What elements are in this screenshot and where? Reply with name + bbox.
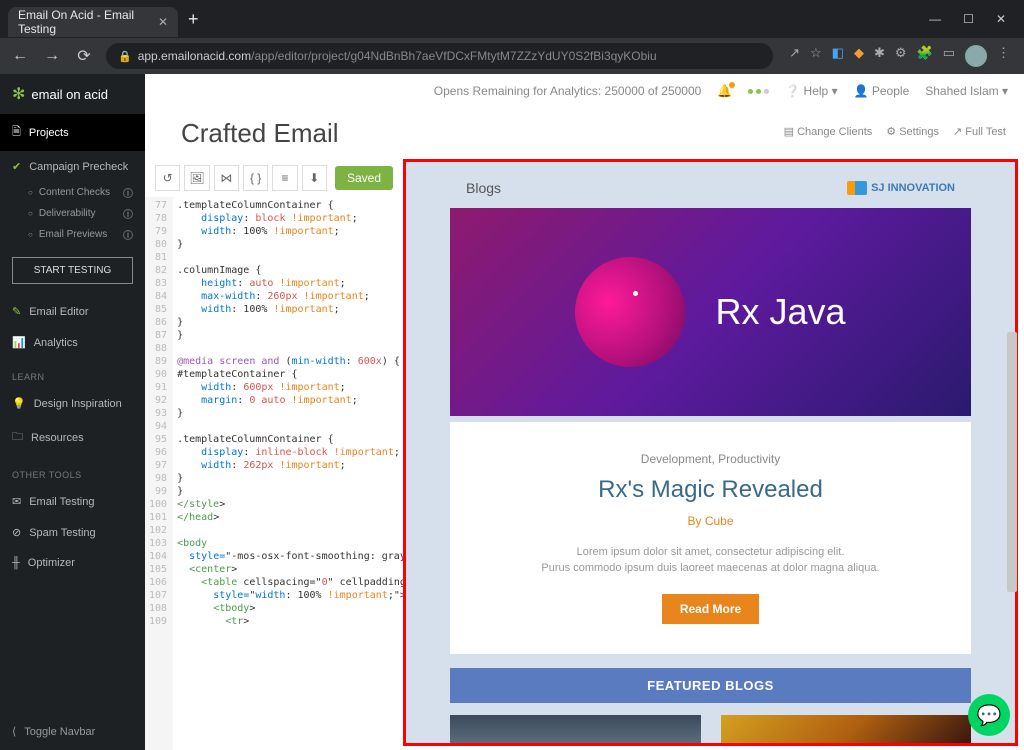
block-icon: ⊘ — [12, 526, 21, 539]
puzzle-icon[interactable]: 🧩 — [917, 45, 933, 67]
url-host: app.emailonacid.com — [138, 49, 251, 63]
post-title: Rx's Magic Revealed — [470, 476, 951, 504]
hero-image: Rx Java — [450, 208, 971, 416]
user-menu[interactable]: Shahed Islam ▾ — [925, 84, 1008, 98]
menu-icon[interactable]: ⋮ — [997, 45, 1010, 67]
settings-link[interactable]: ⚙ Settings — [886, 125, 939, 138]
other-tools-header: OTHER TOOLS — [0, 456, 145, 486]
sidebar-item-optimizer[interactable]: ╫ Optimizer — [0, 548, 145, 578]
back-button[interactable]: ← — [10, 47, 30, 65]
download-button[interactable]: ⬇ — [302, 165, 327, 191]
blogs-heading: Blogs — [466, 180, 501, 196]
change-clients-link[interactable]: ▤ Change Clients — [784, 125, 873, 138]
close-icon[interactable]: ✕ — [158, 15, 168, 29]
maximize-icon[interactable]: ☐ — [963, 12, 974, 26]
new-tab-button[interactable]: + — [188, 9, 199, 30]
logo-icon: ✻ — [12, 84, 25, 104]
intercom-button[interactable]: 💬 — [968, 694, 1010, 736]
post-byline: By Cube — [470, 514, 951, 528]
profile-avatar[interactable] — [965, 45, 987, 67]
code-editor[interactable]: 77 78 79 80 81 82 83 84 85 86 87 88 89 9… — [145, 197, 403, 750]
merge-button[interactable]: ⋈ — [214, 165, 239, 191]
editor-icon: ✎ — [12, 305, 21, 318]
info-icon: i — [123, 188, 133, 198]
minimize-icon[interactable]: — — [929, 12, 941, 26]
toggle-navbar[interactable]: ⟨ Toggle Navbar — [0, 713, 145, 750]
page-title: Crafted Email — [163, 110, 357, 153]
star-icon[interactable]: ☆ — [810, 45, 822, 67]
layers-button[interactable]: ≡ — [272, 165, 297, 191]
image-button[interactable]: 🖼 — [184, 165, 209, 191]
bulb-icon: 💡 — [12, 397, 26, 410]
info-icon: i — [123, 230, 133, 240]
close-window-icon[interactable]: ✕ — [996, 12, 1006, 26]
preview-scrollbar[interactable] — [1007, 332, 1017, 592]
ext2-icon[interactable]: ◆ — [854, 45, 864, 67]
analytics-icon: 📊 — [12, 336, 26, 349]
sidebar-item-spam-testing[interactable]: ⊘ Spam Testing — [0, 517, 145, 548]
tab-title: Email On Acid - Email Testing — [18, 8, 158, 36]
read-more-button[interactable]: Read More — [662, 594, 759, 624]
sidebar-item-email-editor[interactable]: ✎ Email Editor — [0, 296, 145, 327]
post-excerpt: Lorem ipsum dolor sit amet, consectetur … — [470, 544, 951, 576]
browser-tab[interactable]: Email On Acid - Email Testing ✕ — [8, 7, 178, 37]
braces-button[interactable]: { } — [243, 165, 268, 191]
ext3-icon[interactable]: ✱ — [874, 45, 885, 67]
sidebar-item-design-inspiration[interactable]: 💡 Design Inspiration — [0, 388, 145, 419]
help-menu[interactable]: ❔ Help ▾ — [785, 84, 837, 98]
check-icon: ✔ — [12, 160, 21, 173]
full-test-link[interactable]: ↗ Full Test — [953, 125, 1006, 138]
forward-button[interactable]: → — [42, 47, 62, 65]
saved-badge: Saved — [335, 166, 393, 190]
preview-body[interactable]: Blogs SJ INNOVATION Rx Java Development,… — [406, 162, 1015, 743]
status-dots — [748, 89, 769, 94]
reload-button[interactable]: ⟳ — [74, 46, 94, 66]
brand-logo[interactable]: ✻ email on acid — [0, 74, 145, 114]
ext1-icon[interactable]: ◧ — [832, 45, 844, 67]
folder-icon: 🗀 — [12, 428, 23, 447]
company-logo: SJ INNOVATION — [847, 181, 955, 195]
people-menu[interactable]: 👤 People — [854, 84, 910, 98]
url-path: /app/editor/project/g04NdBnBh7aeVfDCxFMt… — [251, 49, 657, 63]
sidebar-item-email-testing[interactable]: ✉ Email Testing — [0, 486, 145, 517]
sidebar-item-analytics[interactable]: 📊 Analytics — [0, 327, 145, 358]
preview-pane: Design Test ✕ OFF Desktop 📱 ▯ 🖥 Width: 9… — [403, 159, 1018, 746]
featured-heading: FEATURED BLOGS — [450, 668, 971, 703]
sidebar-sub-deliverability[interactable]: Deliverabilityi — [0, 203, 145, 224]
rect-icon[interactable]: ▭ — [943, 45, 955, 67]
sidebar-sub-content-checks[interactable]: Content Checksi — [0, 182, 145, 203]
sidebar: ✻ email on acid 🗎 Projects ✔ Campaign Pr… — [0, 74, 145, 750]
lock-icon: 🔒 — [118, 50, 132, 63]
url-input[interactable]: 🔒 app.emailonacid.com/app/editor/project… — [106, 43, 773, 69]
sidebar-sub-email-previews[interactable]: Email Previewsi — [0, 224, 145, 245]
sliders-icon: ╫ — [12, 557, 20, 569]
start-testing-button[interactable]: START TESTING — [12, 257, 133, 284]
featured-thumb-2[interactable] — [721, 715, 972, 743]
chevron-left-icon: ⟨ — [12, 725, 16, 738]
sidebar-item-resources[interactable]: 🗀 Resources — [0, 419, 145, 456]
sidebar-item-campaign-precheck[interactable]: ✔ Campaign Precheck — [0, 151, 145, 182]
analytics-remaining: Opens Remaining for Analytics: 250000 of… — [434, 84, 702, 98]
notifications-icon[interactable]: 🔔 — [717, 84, 732, 98]
undo-button[interactable]: ↺ — [155, 165, 180, 191]
mail-icon: ✉ — [12, 495, 21, 508]
projects-icon: 🗎 — [12, 123, 21, 142]
featured-thumb-1[interactable] — [450, 715, 701, 743]
ext4-icon[interactable]: ⚙ — [895, 45, 907, 67]
post-categories: Development, Productivity — [470, 452, 951, 466]
share-icon[interactable]: ↗ — [789, 45, 800, 67]
sidebar-item-projects[interactable]: 🗎 Projects — [0, 114, 145, 151]
learn-header: LEARN — [0, 358, 145, 388]
info-icon: i — [123, 209, 133, 219]
